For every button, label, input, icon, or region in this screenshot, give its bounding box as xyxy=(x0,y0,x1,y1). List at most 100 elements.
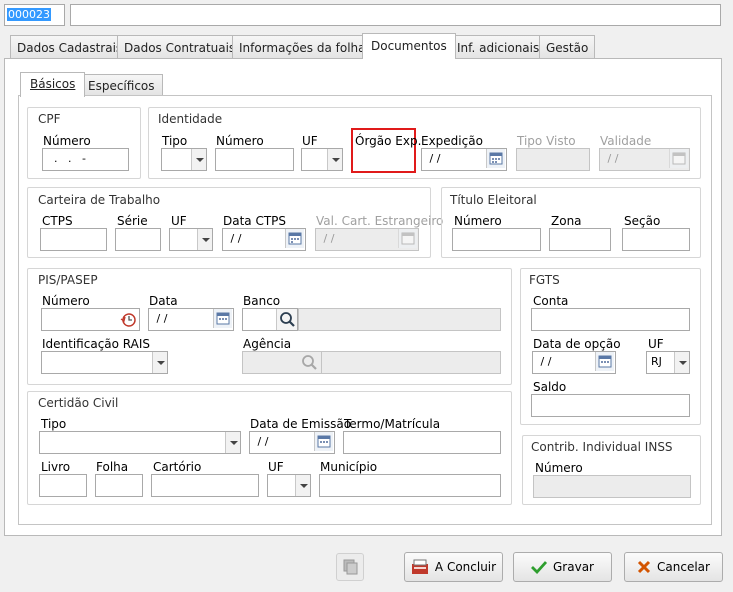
code-value: 000023 xyxy=(7,8,51,21)
titulo-zona-input[interactable] xyxy=(549,228,611,251)
fgts-saldo-label: Saldo xyxy=(533,380,567,394)
pis-banco-desc xyxy=(298,308,501,331)
certidao-termo-input[interactable] xyxy=(343,431,501,454)
certidao-folha-label: Folha xyxy=(96,460,129,474)
certidao-livro-label: Livro xyxy=(41,460,71,474)
certidao-tipo-select[interactable] xyxy=(39,431,241,454)
fgts-title: FGTS xyxy=(529,273,560,287)
gravar-button[interactable]: Gravar xyxy=(513,552,612,582)
calendar-icon[interactable] xyxy=(486,149,505,168)
calendar-icon[interactable] xyxy=(213,309,232,328)
search-icon[interactable] xyxy=(276,309,297,330)
cpf-title: CPF xyxy=(38,112,61,126)
fgts-conta-input[interactable] xyxy=(531,308,690,331)
calendar-icon[interactable] xyxy=(314,432,333,451)
fgts-data-opcao-label: Data de opção xyxy=(533,337,621,351)
fgts-uf-label: UF xyxy=(648,337,664,351)
certidao-uf-select[interactable] xyxy=(267,474,311,497)
chevron-down-icon[interactable] xyxy=(152,352,167,373)
identidade-tipo-label: Tipo xyxy=(162,134,188,148)
titulo-numero-input[interactable] xyxy=(452,228,541,251)
pis-rais-select[interactable] xyxy=(41,351,168,374)
tab-inf-adicionais[interactable]: Inf. adicionais xyxy=(450,35,547,59)
identidade-tipo-visto-input[interactable] xyxy=(516,148,590,171)
identidade-numero-label: Número xyxy=(216,134,264,148)
identidade-validade-label: Validade xyxy=(600,134,652,148)
ctps-serie-input[interactable] xyxy=(115,228,161,251)
copy-icon[interactable] xyxy=(336,553,364,581)
certidao-folha-input[interactable] xyxy=(95,474,143,497)
checkmark-icon xyxy=(531,561,547,574)
identidade-title: Identidade xyxy=(158,112,223,126)
pis-title: PIS/PASEP xyxy=(38,273,98,287)
titulo-secao-label: Seção xyxy=(624,214,661,228)
fgts-saldo-input[interactable] xyxy=(531,394,690,417)
pis-agencia-desc xyxy=(321,351,501,374)
history-icon[interactable] xyxy=(119,310,138,329)
tab-dados-cadastrais[interactable]: Dados Cadastrais xyxy=(10,35,130,59)
chevron-down-icon[interactable] xyxy=(191,149,206,170)
inss-numero-input[interactable] xyxy=(533,475,691,498)
ctps-uf-label: UF xyxy=(171,214,187,228)
pis-banco-label: Banco xyxy=(243,294,281,308)
cpf-numero-label: Número xyxy=(43,134,91,148)
tab-informacoes-folha[interactable]: Informações da folha xyxy=(232,35,373,59)
certidao-tipo-label: Tipo xyxy=(41,417,67,431)
certidao-cartorio-input[interactable] xyxy=(151,474,259,497)
calendar-icon[interactable] xyxy=(669,149,688,168)
titulo-numero-label: Número xyxy=(454,214,502,228)
certidao-livro-input[interactable] xyxy=(39,474,87,497)
cancelar-label: Cancelar xyxy=(657,560,710,574)
pis-data-label: Data xyxy=(149,294,178,308)
tab-dados-contratuais[interactable]: Dados Contratuais xyxy=(117,35,243,59)
pis-rais-label: Identificação RAIS xyxy=(42,337,151,351)
gravar-label: Gravar xyxy=(553,560,594,574)
certidao-termo-label: Termo/Matrícula xyxy=(344,417,441,431)
concluir-button[interactable]: A Concluir xyxy=(404,552,503,582)
certidao-municipio-input[interactable] xyxy=(319,474,501,497)
chevron-down-icon[interactable] xyxy=(197,229,212,250)
subtab-basicos[interactable]: Básicos xyxy=(20,72,86,97)
register-icon xyxy=(411,559,428,574)
tab-gestao[interactable]: Gestão xyxy=(539,35,596,59)
identidade-numero-input[interactable] xyxy=(215,148,294,171)
pis-numero-label: Número xyxy=(42,294,90,308)
search-icon[interactable] xyxy=(299,352,320,373)
chevron-down-icon[interactable] xyxy=(327,149,342,170)
concluir-label: A Concluir xyxy=(434,560,497,574)
subtab-especificos[interactable]: Específicos xyxy=(80,74,163,96)
ctps-input[interactable] xyxy=(40,228,107,251)
name-field[interactable] xyxy=(70,4,721,26)
certidao-municipio-label: Município xyxy=(320,460,378,474)
cpf-numero-input[interactable]: . . - xyxy=(42,148,129,171)
tab-documentos[interactable]: Documentos xyxy=(362,33,456,59)
titulo-secao-input[interactable] xyxy=(622,228,690,251)
identidade-expedicao-label: Expedição xyxy=(421,134,483,148)
identidade-uf-select[interactable] xyxy=(301,148,343,171)
certidao-uf-label: UF xyxy=(268,460,284,474)
identidade-orgao-input[interactable] xyxy=(355,148,411,171)
ctps-serie-label: Série xyxy=(117,214,148,228)
calendar-icon[interactable] xyxy=(285,229,304,248)
certidao-title: Certidão Civil xyxy=(38,396,119,410)
inss-numero-label: Número xyxy=(535,461,583,475)
identidade-tipo-select[interactable] xyxy=(161,148,207,171)
ctps-title: Carteira de Trabalho xyxy=(38,193,161,207)
chevron-down-icon[interactable] xyxy=(225,432,240,453)
ctps-uf-select[interactable] xyxy=(169,228,213,251)
titulo-title: Título Eleitoral xyxy=(450,193,537,207)
pis-agencia-label: Agência xyxy=(243,337,292,351)
calendar-icon[interactable] xyxy=(398,229,417,248)
code-field[interactable]: 000023 xyxy=(4,4,65,26)
certidao-cartorio-label: Cartório xyxy=(153,460,202,474)
titulo-zona-label: Zona xyxy=(551,214,582,228)
identidade-tipo-visto-label: Tipo Visto xyxy=(517,134,576,148)
chevron-down-icon[interactable] xyxy=(674,352,689,373)
ctps-val-label: Val. Cart. Estrangeiro xyxy=(316,214,444,228)
ctps-ctps-label: CTPS xyxy=(42,214,73,228)
fgts-conta-label: Conta xyxy=(533,294,569,308)
identidade-orgao-label: Órgão Exp. xyxy=(355,134,422,148)
calendar-icon[interactable] xyxy=(595,352,614,371)
chevron-down-icon[interactable] xyxy=(295,475,310,496)
cancelar-button[interactable]: Cancelar xyxy=(624,552,723,582)
